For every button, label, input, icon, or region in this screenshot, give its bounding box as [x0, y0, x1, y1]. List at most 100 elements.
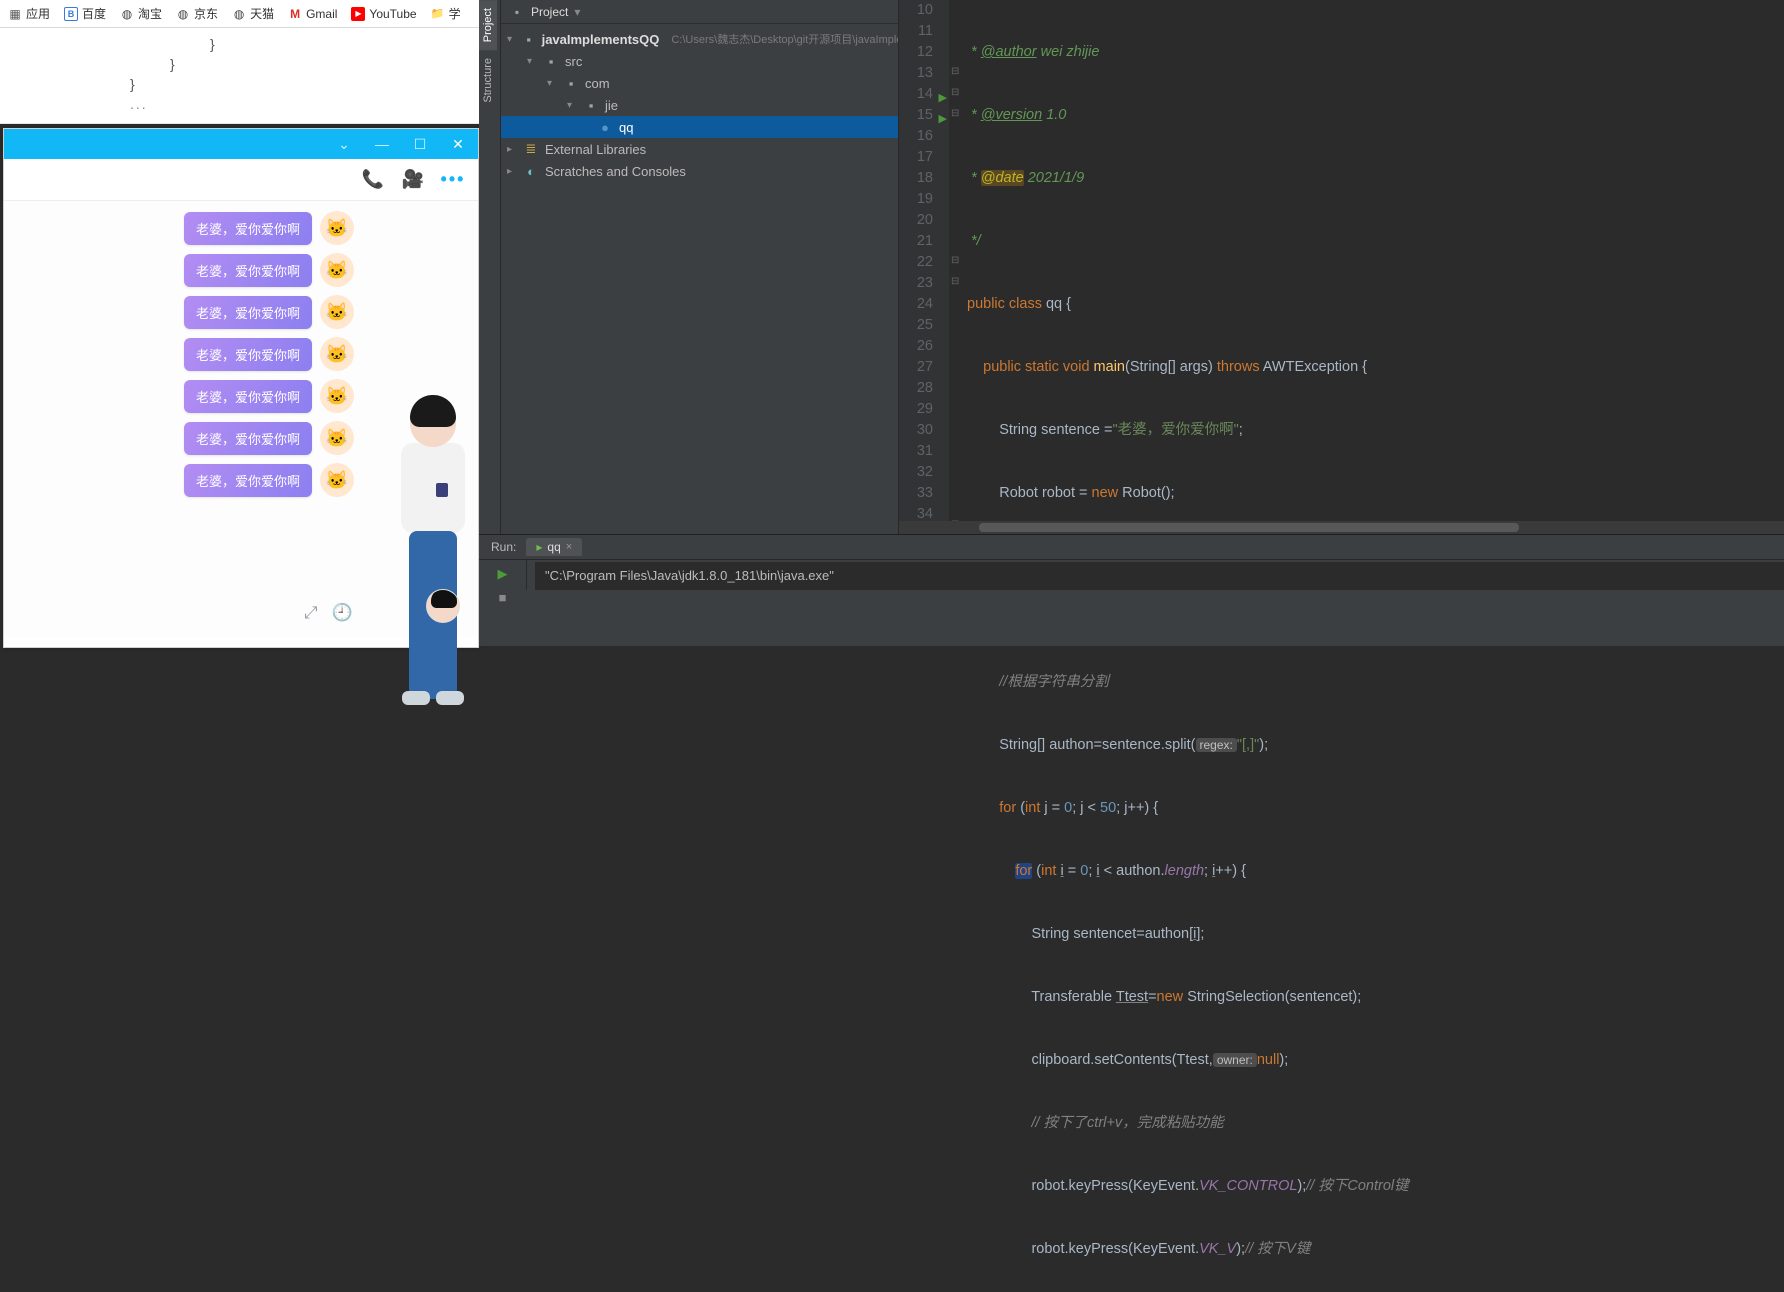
expand-icon[interactable]: ▸ — [507, 166, 517, 177]
message-bubble[interactable]: 老婆，爱你爱你啊 — [184, 422, 312, 455]
sender-avatar-icon[interactable] — [320, 253, 354, 287]
run-tabs: Run: ▸ qq × — [479, 535, 1784, 560]
line-number[interactable]: 10 — [899, 0, 949, 21]
close-icon[interactable]: ✕ — [444, 130, 472, 158]
close-tab-icon[interactable]: × — [566, 541, 572, 553]
line-number[interactable]: 32 — [899, 462, 949, 483]
bookmark-jd[interactable]: 京东 — [176, 5, 218, 22]
line-number[interactable]: 26 — [899, 336, 949, 357]
bookmark-gmail[interactable]: Gmail — [288, 7, 337, 21]
fold-icon[interactable]: ⊟ — [951, 87, 959, 98]
rerun-icon[interactable]: ▶ — [498, 566, 508, 582]
tab-structure[interactable]: Structure — [479, 50, 497, 111]
line-number[interactable]: 19 — [899, 189, 949, 210]
sender-avatar-icon[interactable] — [320, 295, 354, 329]
expand-icon[interactable]: ▸ — [507, 144, 517, 155]
message-bubble[interactable]: 老婆，爱你爱你啊 — [184, 338, 312, 371]
expand-icon[interactable]: ▾ — [507, 34, 516, 45]
line-number[interactable]: 20 — [899, 210, 949, 231]
message-bubble[interactable]: 老婆，爱你爱你啊 — [184, 212, 312, 245]
line-number[interactable]: 13 — [899, 63, 949, 84]
stop-icon[interactable]: ■ — [499, 590, 507, 605]
expand-icon[interactable]: ⤢ — [304, 603, 318, 623]
line-number[interactable]: 25 — [899, 315, 949, 336]
line-number[interactable]: 33 — [899, 483, 949, 504]
message-row: 老婆，爱你爱你啊 — [4, 333, 364, 375]
globe-icon — [120, 7, 134, 21]
sender-avatar-icon[interactable] — [320, 337, 354, 371]
more-icon[interactable]: ••• — [442, 169, 464, 191]
voice-call-icon[interactable]: 📞 — [362, 169, 384, 191]
tree-scratches[interactable]: ▸Scratches and Consoles — [501, 160, 898, 182]
fold-column[interactable]: ⊟ ⊟ ⊟ ⊟ ⊟ ⊟ — [949, 0, 963, 534]
tree-jie[interactable]: ▾jie — [501, 94, 898, 116]
video-call-icon[interactable]: 🎥 — [402, 169, 424, 191]
tree-com[interactable]: ▾com — [501, 72, 898, 94]
message-list[interactable]: 老婆，爱你爱你啊老婆，爱你爱你啊老婆，爱你爱你啊老婆，爱你爱你啊老婆，爱你爱你啊… — [4, 201, 364, 637]
code-editor[interactable]: 1011121314▶15▶16171819202122232425262728… — [899, 0, 1784, 534]
tree-src[interactable]: ▾src — [501, 50, 898, 72]
chevron-down-icon[interactable]: ▾ — [574, 5, 580, 19]
bookmark-baidu[interactable]: 百度 — [64, 5, 106, 22]
expand-icon[interactable]: ▾ — [527, 56, 537, 67]
sender-avatar-icon[interactable] — [320, 421, 354, 455]
qq-titlebar[interactable]: ⌄ — ☐ ✕ — [4, 129, 478, 159]
sender-avatar-icon[interactable] — [320, 211, 354, 245]
bookmark-taobao[interactable]: 淘宝 — [120, 5, 162, 22]
ide-sidebar-tabs: Project Structure — [479, 0, 501, 534]
line-number[interactable]: 29 — [899, 399, 949, 420]
message-bubble[interactable]: 老婆，爱你爱你啊 — [184, 380, 312, 413]
fold-icon[interactable]: ⊟ — [951, 255, 959, 266]
tree-qq-class[interactable]: qq — [501, 116, 898, 138]
editor-gutter[interactable]: 1011121314▶15▶16171819202122232425262728… — [899, 0, 949, 534]
run-label: Run: — [491, 540, 516, 554]
line-number[interactable]: 31 — [899, 441, 949, 462]
bookmark-tmall[interactable]: 天猫 — [232, 5, 274, 22]
line-number[interactable]: 18 — [899, 168, 949, 189]
line-number[interactable]: 16 — [899, 126, 949, 147]
message-bubble[interactable]: 老婆，爱你爱你啊 — [184, 254, 312, 287]
run-tab-qq[interactable]: ▸ qq × — [526, 538, 582, 556]
line-number[interactable]: 11 — [899, 21, 949, 42]
message-bubble[interactable]: 老婆，爱你爱你啊 — [184, 296, 312, 329]
line-number[interactable]: 28 — [899, 378, 949, 399]
message-bubble[interactable]: 老婆，爱你爱你啊 — [184, 464, 312, 497]
bookmark-apps[interactable]: 应用 — [8, 5, 50, 22]
line-number[interactable]: 22 — [899, 252, 949, 273]
scrollbar-thumb[interactable] — [979, 523, 1519, 532]
expand-icon[interactable]: ▾ — [567, 100, 577, 111]
fold-icon[interactable]: ⊟ — [951, 108, 959, 119]
clock-icon[interactable]: 🕘 — [332, 603, 353, 623]
tree-root[interactable]: ▾ javaImplementsQQ C:\Users\魏志杰\Desktop\… — [501, 28, 898, 50]
self-avatar[interactable] — [426, 589, 460, 623]
apps-icon — [8, 7, 22, 21]
code-area[interactable]: * @author wei zhijie * @version 1.0 * @d… — [963, 0, 1784, 534]
line-number[interactable]: 14▶ — [899, 84, 949, 105]
message-row: 老婆，爱你爱你啊 — [4, 249, 364, 291]
maximize-icon[interactable]: ☐ — [406, 130, 434, 158]
baidu-icon — [64, 7, 78, 21]
fold-icon[interactable]: ⊟ — [951, 276, 959, 287]
editor-horizontal-scrollbar[interactable] — [899, 521, 1784, 534]
tab-project[interactable]: Project — [479, 0, 497, 50]
line-number[interactable]: 21 — [899, 231, 949, 252]
line-number[interactable]: 23 — [899, 273, 949, 294]
line-number[interactable]: 27 — [899, 357, 949, 378]
minimize-icon[interactable]: — — [368, 130, 396, 158]
bookmark-youtube[interactable]: YouTube — [351, 7, 416, 21]
bookmark-folder[interactable]: 学 — [431, 5, 461, 22]
line-number[interactable]: 12 — [899, 42, 949, 63]
line-number[interactable]: 30 — [899, 420, 949, 441]
sender-avatar-icon[interactable] — [320, 379, 354, 413]
line-number[interactable]: 15▶ — [899, 105, 949, 126]
line-number[interactable]: 24 — [899, 294, 949, 315]
project-tree[interactable]: ▾ javaImplementsQQ C:\Users\魏志杰\Desktop\… — [501, 24, 898, 182]
line-number[interactable]: 17 — [899, 147, 949, 168]
sender-avatar-icon[interactable] — [320, 463, 354, 497]
expand-icon[interactable]: ▾ — [547, 78, 557, 89]
fold-icon[interactable]: ⊟ — [951, 66, 959, 77]
tree-external-libs[interactable]: ▸External Libraries — [501, 138, 898, 160]
message-row: 老婆，爱你爱你啊 — [4, 291, 364, 333]
run-console-output[interactable]: "C:\Program Files\Java\jdk1.8.0_181\bin\… — [535, 562, 1784, 590]
chevron-down-icon[interactable]: ⌄ — [330, 130, 358, 158]
